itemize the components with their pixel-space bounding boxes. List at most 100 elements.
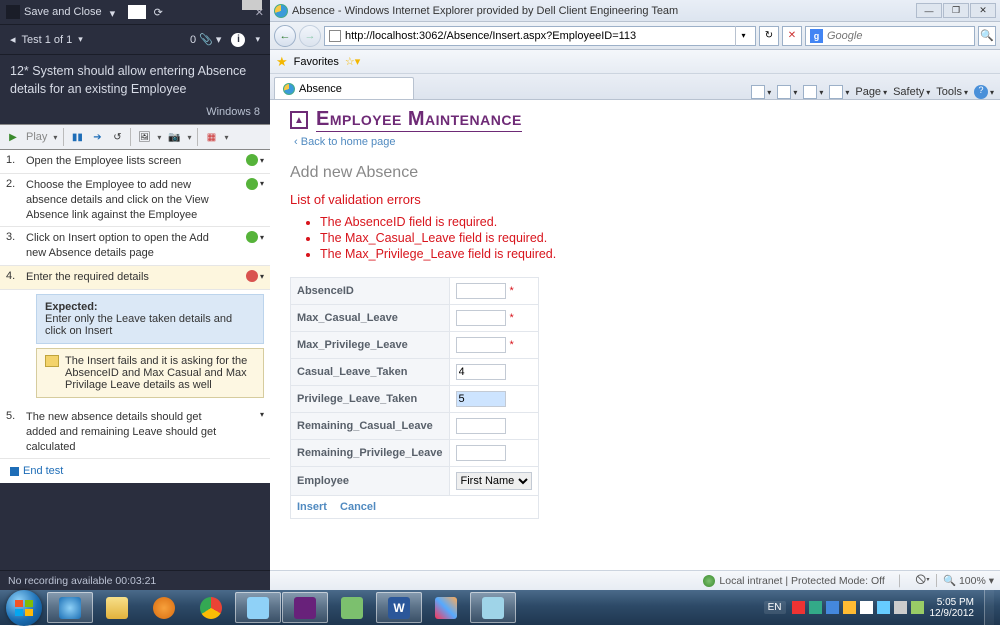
test-step[interactable]: 1. Open the Employee lists screen ▾ <box>0 150 270 174</box>
info-icon[interactable]: i <box>231 33 245 47</box>
play-icon[interactable]: ▶ <box>6 130 20 144</box>
absence-form: AbsenceID* Max_Casual_Leave* Max_Privile… <box>290 277 539 519</box>
casual-taken-input[interactable] <box>456 364 506 380</box>
window-title: Absence - Windows Internet Explorer prov… <box>292 5 678 17</box>
employee-select[interactable]: First Name <box>456 472 532 490</box>
search-button[interactable]: 🔍 <box>978 26 996 46</box>
taskbar-chrome[interactable] <box>188 592 234 623</box>
bug-icon[interactable]: ▦ <box>204 130 218 144</box>
taskbar-app[interactable] <box>329 592 375 623</box>
tray-icon[interactable] <box>860 601 873 614</box>
taskbar-visualstudio[interactable] <box>282 592 328 623</box>
actual-result[interactable]: The Insert fails and it is asking for th… <box>36 348 264 398</box>
tray-icon[interactable] <box>843 601 856 614</box>
print-icon <box>829 85 843 99</box>
folder-icon <box>106 597 128 619</box>
show-desktop-button[interactable] <box>984 590 994 625</box>
back-home-link[interactable]: Back to home page <box>294 136 396 148</box>
remaining-casual-input[interactable] <box>456 418 506 434</box>
network-icon[interactable] <box>877 601 890 614</box>
browser-tab[interactable]: Absence <box>274 77 414 99</box>
fail-icon <box>246 270 258 282</box>
protected-mode-icon[interactable]: 🛇▾ <box>915 572 930 590</box>
taskbar-mediaplayer[interactable] <box>141 592 187 623</box>
ie-icon <box>274 4 288 18</box>
tray-icon[interactable] <box>792 601 805 614</box>
volume-icon[interactable] <box>894 601 907 614</box>
test-step[interactable]: 3. Click on Insert option to open the Ad… <box>0 227 270 266</box>
end-test-button[interactable]: End test <box>0 459 270 483</box>
favorites-label[interactable]: Favorites <box>294 56 339 68</box>
security-zone[interactable]: Local intranet | Protected Mode: Off <box>703 575 884 587</box>
rss-icon <box>777 85 791 99</box>
camera-icon[interactable]: 📷 <box>167 130 181 144</box>
dropdown-icon[interactable]: ▾ <box>110 7 120 17</box>
test-step[interactable]: 5. The new absence details should get ad… <box>0 406 270 460</box>
remaining-privilege-input[interactable] <box>456 445 506 461</box>
safety-menu[interactable]: Safety▾ <box>893 86 930 98</box>
url-input[interactable] <box>345 30 731 42</box>
required-icon: * <box>510 285 514 297</box>
max-casual-input[interactable] <box>456 310 506 326</box>
tray-icons <box>792 601 924 614</box>
test-counter: Test 1 of 1 <box>22 34 73 46</box>
close-button[interactable]: ✕ <box>970 3 996 18</box>
favorites-star-icon[interactable]: ★ <box>276 54 288 70</box>
privilege-taken-input[interactable] <box>456 391 506 407</box>
save-and-close-button[interactable]: Save and Close <box>6 5 102 19</box>
system-tray: EN 5:05 PM 12/9/2012 <box>764 590 998 625</box>
sub-heading: Add new Absence <box>290 164 980 182</box>
clock[interactable]: 5:05 PM 12/9/2012 <box>930 597 975 619</box>
absenceid-input[interactable] <box>456 283 506 299</box>
url-dropdown-icon[interactable]: ▾ <box>735 26 751 46</box>
feeds-button[interactable]: ▾ <box>777 85 797 99</box>
step-over-icon[interactable]: ➔ <box>90 130 104 144</box>
tray-icon[interactable] <box>809 601 822 614</box>
taskbar-paint[interactable] <box>423 592 469 623</box>
refresh-button[interactable]: ↻ <box>759 26 779 46</box>
page-menu[interactable]: Page▾ <box>855 86 887 98</box>
app-icon: ▲ <box>290 111 308 129</box>
prev-test-icon[interactable]: ◂ <box>10 33 16 46</box>
refresh-icon[interactable]: ⟳ <box>154 6 163 19</box>
tab-favicon <box>283 83 295 95</box>
battery-icon[interactable] <box>911 601 924 614</box>
test-step-active[interactable]: 4. Enter the required details ▾ <box>0 266 270 290</box>
test-step[interactable]: 2. Choose the Employee to add new absenc… <box>0 174 270 228</box>
taskbar-explorer[interactable] <box>94 592 140 623</box>
maximize-button[interactable]: ❐ <box>943 3 969 18</box>
playback-toolbar: ▶ Play ▾ ▮▮ ➔ ↺ 🖼▾ 📷▾ ▦▾ <box>0 124 270 150</box>
add-favorite-icon[interactable]: ☆▾ <box>345 55 360 68</box>
screenshot-icon[interactable]: 🖼 <box>137 130 151 144</box>
max-privilege-input[interactable] <box>456 337 506 353</box>
print-button[interactable]: ▾ <box>829 85 849 99</box>
stop-button[interactable]: ✕ <box>782 26 802 46</box>
taskbar-ie[interactable] <box>47 592 93 623</box>
taskbar-lync[interactable] <box>235 592 281 623</box>
page-content: ▲ Employee Maintenance Back to home page… <box>270 100 1000 570</box>
cancel-link[interactable]: Cancel <box>340 501 376 513</box>
search-input[interactable] <box>827 30 970 42</box>
flag-icon[interactable] <box>128 5 146 19</box>
help-button[interactable]: ?▾ <box>974 85 994 99</box>
mail-button[interactable]: ▾ <box>803 85 823 99</box>
start-button[interactable] <box>6 590 42 626</box>
language-indicator[interactable]: EN <box>764 601 786 614</box>
wmp-icon <box>153 597 175 619</box>
pause-icon[interactable]: ▮▮ <box>70 130 84 144</box>
tools-menu[interactable]: Tools▾ <box>936 86 968 98</box>
reset-icon[interactable]: ↺ <box>110 130 124 144</box>
forward-button[interactable]: → <box>299 25 321 47</box>
favorites-bar: ★ Favorites ☆▾ <box>270 50 1000 74</box>
home-button[interactable]: ▾ <box>751 85 771 99</box>
tray-icon[interactable] <box>826 601 839 614</box>
back-button[interactable]: ← <box>274 25 296 47</box>
home-icon <box>751 85 765 99</box>
chevron-down-icon[interactable]: ▾ <box>78 34 83 45</box>
taskbar-notes[interactable] <box>470 592 516 623</box>
minimize-button[interactable]: — <box>916 3 942 18</box>
zoom-control[interactable]: 🔍 100% ▾ <box>936 574 994 587</box>
insert-link[interactable]: Insert <box>297 501 327 513</box>
paint-icon <box>435 597 457 619</box>
taskbar-word[interactable]: W <box>376 592 422 623</box>
